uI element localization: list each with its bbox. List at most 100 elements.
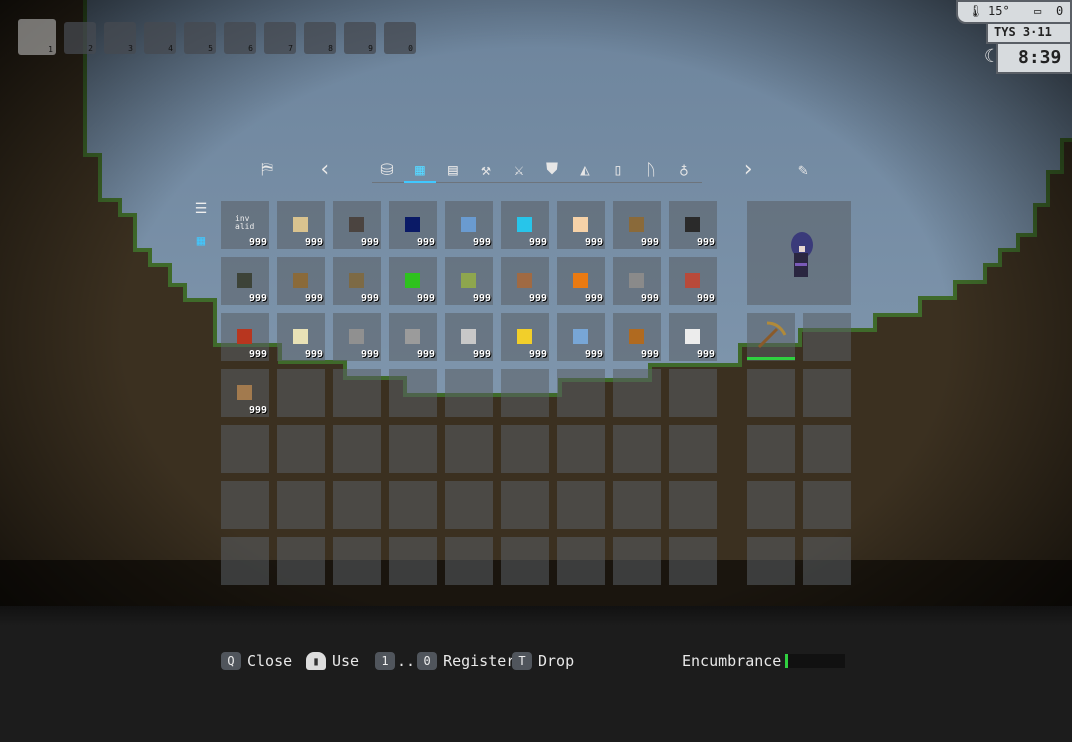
inventory-slot[interactable]: 999 xyxy=(669,313,717,361)
inventory-slot[interactable] xyxy=(389,369,437,417)
runes-icon[interactable]: ᚢ xyxy=(638,156,664,182)
inventory-slot[interactable]: 999 xyxy=(277,257,325,305)
inventory-slot[interactable]: 999 xyxy=(445,313,493,361)
equip-slot-7[interactable] xyxy=(747,481,795,529)
inventory-slot[interactable] xyxy=(333,369,381,417)
inventory-slot[interactable] xyxy=(221,537,269,585)
inventory-slot[interactable]: 999 xyxy=(445,257,493,305)
inventory-slot[interactable] xyxy=(389,425,437,473)
inventory-slot[interactable]: 999 xyxy=(277,313,325,361)
inventory-slot[interactable]: 999 xyxy=(557,257,605,305)
hotbar-slot-1[interactable]: 1 xyxy=(18,19,56,55)
inventory-slot[interactable]: 999 xyxy=(389,257,437,305)
use-hint[interactable]: ▮ Use xyxy=(306,652,359,670)
hotbar-slot-3[interactable]: 3 xyxy=(104,22,136,54)
inventory-slot[interactable] xyxy=(333,481,381,529)
prev-tab-button[interactable]: ‹ xyxy=(312,156,338,182)
inventory-slot[interactable] xyxy=(445,369,493,417)
hammer-icon[interactable]: ⚒ xyxy=(473,156,499,182)
inventory-slot[interactable] xyxy=(445,537,493,585)
inventory-slot[interactable] xyxy=(669,425,717,473)
inventory-slot[interactable]: inv alid 999 xyxy=(221,201,269,249)
next-tab-button[interactable]: › xyxy=(735,156,761,182)
inventory-slot[interactable]: 999 xyxy=(613,201,661,249)
notebook-icon[interactable]: ✎ xyxy=(790,156,816,182)
inventory-slot[interactable] xyxy=(613,537,661,585)
equip-slot-8[interactable] xyxy=(803,481,851,529)
inventory-slot[interactable] xyxy=(277,369,325,417)
inventory-slot[interactable]: 999 xyxy=(445,201,493,249)
inventory-slot[interactable]: 999 xyxy=(333,313,381,361)
inventory-slot[interactable] xyxy=(613,425,661,473)
inventory-slot[interactable] xyxy=(501,425,549,473)
drop-hint[interactable]: T Drop xyxy=(512,652,574,670)
inventory-slot[interactable] xyxy=(221,481,269,529)
inventory-slot[interactable]: 999 xyxy=(389,201,437,249)
grid-view-icon[interactable]: ▦ xyxy=(192,232,210,250)
close-hint[interactable]: Q Close xyxy=(221,652,292,670)
paint-bucket-icon[interactable]: ◭ xyxy=(572,156,598,182)
inventory-slot[interactable]: 999 xyxy=(669,201,717,249)
wall-icon[interactable]: ▤ xyxy=(440,156,466,182)
inventory-slot[interactable]: 999 xyxy=(501,201,549,249)
inventory-slot[interactable] xyxy=(669,481,717,529)
inventory-slot[interactable] xyxy=(557,537,605,585)
inventory-slot[interactable]: 999 xyxy=(333,201,381,249)
equip-slot-6[interactable] xyxy=(803,425,851,473)
hotbar-slot-2[interactable]: 2 xyxy=(64,22,96,54)
inventory-slot[interactable] xyxy=(445,481,493,529)
inventory-slot[interactable] xyxy=(277,425,325,473)
inventory-slot[interactable]: 999 xyxy=(221,257,269,305)
inventory-slot[interactable] xyxy=(277,481,325,529)
inventory-slot[interactable]: 999 xyxy=(501,313,549,361)
hotbar-slot-0[interactable]: 0 xyxy=(384,22,416,54)
inventory-slot[interactable] xyxy=(445,425,493,473)
inventory-slot[interactable] xyxy=(557,481,605,529)
hotbar-slot-6[interactable]: 6 xyxy=(224,22,256,54)
sack-icon[interactable]: ♁ xyxy=(671,156,697,182)
inventory-slot[interactable] xyxy=(669,537,717,585)
equip-slot-5[interactable] xyxy=(747,425,795,473)
inventory-slot[interactable] xyxy=(389,537,437,585)
inventory-slot[interactable]: 999 xyxy=(277,201,325,249)
armor-icon[interactable]: ⛊ xyxy=(539,156,565,182)
blocks-icon[interactable]: ▦ xyxy=(407,156,433,182)
inventory-slot[interactable]: 999 xyxy=(669,257,717,305)
inventory-slot[interactable]: 999 xyxy=(557,313,605,361)
equip-slot-10[interactable] xyxy=(803,537,851,585)
inventory-slot[interactable]: 999 xyxy=(221,313,269,361)
equip-slot-9[interactable] xyxy=(747,537,795,585)
inventory-slot[interactable]: 999 xyxy=(221,369,269,417)
list-view-icon[interactable]: ☰ xyxy=(192,200,210,218)
hotbar-slot-4[interactable]: 4 xyxy=(144,22,176,54)
inventory-slot[interactable] xyxy=(501,537,549,585)
inventory-slot[interactable]: 999 xyxy=(557,201,605,249)
inventory-slot[interactable] xyxy=(613,369,661,417)
inventory-slot[interactable] xyxy=(277,537,325,585)
inventory-slot[interactable] xyxy=(669,369,717,417)
inventory-slot[interactable] xyxy=(613,481,661,529)
map-icon[interactable]: ⛿ xyxy=(254,156,280,182)
inventory-slot[interactable]: 999 xyxy=(389,313,437,361)
inventory-slot[interactable] xyxy=(557,369,605,417)
inventory-slot[interactable]: 999 xyxy=(501,257,549,305)
equip-slot-2[interactable] xyxy=(803,313,851,361)
equip-slot-3[interactable] xyxy=(747,369,795,417)
swords-icon[interactable]: ⚔ xyxy=(506,156,532,182)
hotbar-slot-7[interactable]: 7 xyxy=(264,22,296,54)
hotbar-slot-8[interactable]: 8 xyxy=(304,22,336,54)
inventory-slot[interactable]: 999 xyxy=(333,257,381,305)
hotbar-slot-9[interactable]: 9 xyxy=(344,22,376,54)
inventory-slot[interactable] xyxy=(501,369,549,417)
inventory-slot[interactable] xyxy=(333,425,381,473)
inventory-slot[interactable] xyxy=(333,537,381,585)
register-hint[interactable]: 1 .. 0 Register xyxy=(375,652,515,670)
jar-icon[interactable]: ▯ xyxy=(605,156,631,182)
inventory-slot[interactable] xyxy=(501,481,549,529)
equip-slot-4[interactable] xyxy=(803,369,851,417)
inventory-slot[interactable]: 999 xyxy=(613,313,661,361)
hotbar-slot-5[interactable]: 5 xyxy=(184,22,216,54)
inventory-slot[interactable] xyxy=(389,481,437,529)
inventory-slot[interactable] xyxy=(221,425,269,473)
equipped-tool-slot[interactable] xyxy=(747,313,795,361)
